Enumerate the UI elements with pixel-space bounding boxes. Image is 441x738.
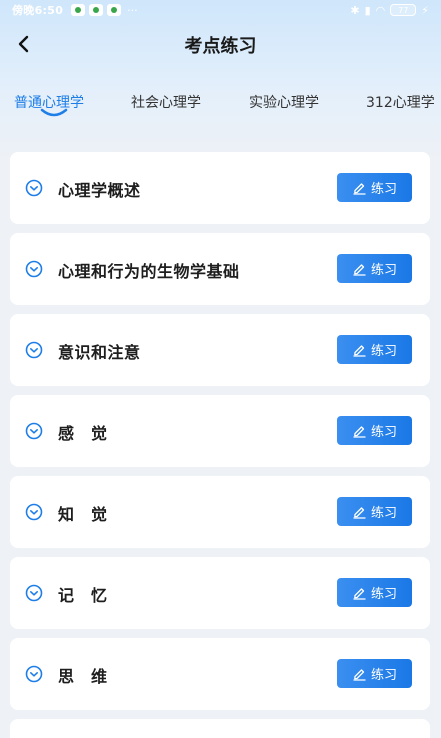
chapter-title: 知 觉 [58,505,108,524]
expand-chevron-icon[interactable] [25,503,43,521]
practice-button-label: 练习 [370,587,397,602]
navigation-bar: 考点练习 [0,24,441,64]
page-title: 考点练习 [184,36,257,57]
app-notification-icon [107,4,122,16]
practice-button-label: 练习 [370,506,397,521]
practice-button[interactable]: 练习 [337,173,412,202]
chapter-title: 记 忆 [58,586,108,605]
practice-button-label: 练习 [370,344,397,359]
wifi-icon: ◠ [375,3,386,17]
chapter-title: 心理学概述 [58,181,141,200]
chapter-title: 意识和注意 [58,343,141,362]
expand-chevron-icon[interactable] [25,422,43,440]
expand-chevron-icon[interactable] [25,665,43,683]
practice-button-label: 练习 [370,425,397,440]
expand-chevron-icon[interactable] [25,341,43,359]
expand-chevron-icon[interactable] [25,179,43,197]
chapter-title: 心理和行为的生物学基础 [58,262,240,281]
chapter-title: 思 维 [58,667,108,686]
status-indicators: ✱ ▮ ◠ 77 ⚡ [350,4,429,17]
tab-social-psychology[interactable]: 社会心理学 [131,92,201,112]
expand-chevron-icon[interactable] [25,584,43,602]
tab-experimental-psychology[interactable]: 实验心理学 [249,92,319,112]
app-notification-icon [89,4,104,16]
battery-level: 77 [398,5,409,15]
subject-tabs: 普通心理学 社会心理学 实验心理学 312心理学 [0,82,441,122]
pencil-icon [353,264,366,276]
status-time: 傍晚6:50 [12,4,64,17]
chapter-card[interactable]: 感 觉 练习 [10,395,430,467]
chapter-title: 感 觉 [58,424,108,443]
practice-button[interactable]: 练习 [337,416,412,445]
battery-icon: 77 [390,4,417,16]
practice-button[interactable]: 练习 [337,335,412,364]
pencil-icon [353,183,366,195]
notification-icons [71,4,122,16]
chapter-card-partial[interactable] [10,719,430,738]
tab-312-psychology[interactable]: 312心理学 [366,92,435,112]
bluetooth-icon: ✱ [350,3,360,17]
pencil-icon [353,588,366,600]
chapter-card[interactable]: 思 维 练习 [10,638,430,710]
pencil-icon [353,507,366,519]
practice-button-label: 练习 [370,182,397,197]
pencil-icon [353,345,366,357]
chapter-card[interactable]: 心理学概述 练习 [10,152,430,224]
more-notifications: ··· [127,3,138,17]
expand-chevron-icon[interactable] [25,260,43,278]
pencil-icon [353,669,366,681]
practice-button-label: 练习 [370,263,397,278]
active-tab-indicator [40,108,68,117]
signal-icon: ▮ [364,3,371,17]
status-bar: 傍晚6:50 ··· ✱ ▮ ◠ 77 ⚡ [0,0,441,20]
practice-button[interactable]: 练习 [337,659,412,688]
app-notification-icon [71,4,86,16]
practice-button[interactable]: 练习 [337,578,412,607]
chapter-card[interactable]: 知 觉 练习 [10,476,430,548]
practice-button[interactable]: 练习 [337,254,412,283]
practice-button[interactable]: 练习 [337,497,412,526]
practice-button-label: 练习 [370,668,397,683]
charging-icon: ⚡ [421,3,429,17]
chapter-card[interactable]: 意识和注意 练习 [10,314,430,386]
chapter-card[interactable]: 记 忆 练习 [10,557,430,629]
pencil-icon [353,426,366,438]
chapter-card[interactable]: 心理和行为的生物学基础 练习 [10,233,430,305]
